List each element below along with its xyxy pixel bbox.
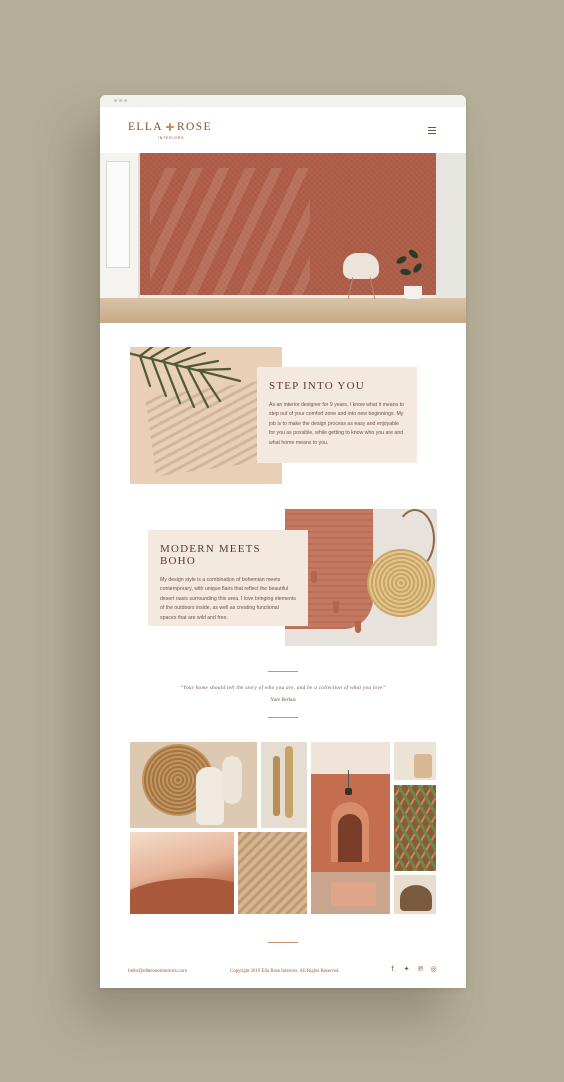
- window-dot: [124, 99, 127, 102]
- gallery-basket-vase-photo: [130, 742, 257, 828]
- modern-meets-boho-text: My design style is a combination of bohe…: [160, 577, 296, 621]
- gallery-tropical-print-photo: [394, 785, 436, 871]
- gallery-pillow-photo: [394, 742, 436, 780]
- cactus: [273, 756, 280, 816]
- cactus: [285, 746, 293, 818]
- pendant-lamp-icon: [345, 770, 354, 795]
- hero-side-wall: [436, 153, 466, 303]
- rattan-bag: [367, 549, 435, 617]
- gallery-terracotta-room-photo: [311, 742, 390, 914]
- decor-object: [400, 885, 432, 911]
- dune-ridge: [130, 878, 234, 914]
- divider: [268, 671, 298, 672]
- instagram-icon[interactable]: ◎: [429, 965, 438, 974]
- divider: [268, 717, 298, 718]
- step-into-you-heading: STEP INTO YOU: [269, 380, 365, 392]
- pillow: [414, 754, 432, 778]
- hero-image: [100, 153, 466, 323]
- step-into-you-text: As an interior designer for 9 years, I k…: [269, 402, 404, 446]
- hamburger-icon[interactable]: [428, 127, 436, 134]
- hero-window: [100, 153, 140, 303]
- tassel: [333, 601, 339, 613]
- logo-wordmark: ELLA ROSE: [128, 121, 212, 133]
- logo-tagline: INTERIORS: [158, 136, 185, 140]
- vase: [196, 767, 224, 825]
- quote-author: Nate Berkus: [270, 697, 296, 703]
- room-doorway: [338, 814, 362, 862]
- vase: [222, 756, 242, 804]
- browser-chrome: [100, 95, 466, 107]
- gallery-cactus-photo: [261, 742, 307, 828]
- quote-text: “Your home should tell the story of who …: [180, 685, 386, 691]
- logo-word-ella: ELLA: [128, 121, 163, 133]
- modern-meets-boho-card: MODERN MEETS BOHO My design style is a c…: [148, 530, 308, 626]
- palm-frond-icon: [130, 347, 242, 409]
- tassel: [311, 571, 317, 583]
- gallery-desert-dune-photo: [130, 832, 234, 914]
- window-dot: [114, 99, 117, 102]
- hero-wood-floor: [100, 298, 466, 323]
- divider: [268, 942, 298, 943]
- gallery-decor-photo: [394, 875, 436, 914]
- pinterest-icon[interactable]: ℗: [416, 965, 425, 974]
- facebook-icon[interactable]: f: [388, 965, 397, 974]
- site-header: ELLA ROSE INTERIORS: [100, 107, 466, 153]
- room-rug: [331, 882, 376, 906]
- website-mockup-frame: ELLA ROSE INTERIORS STEP INTO YOU As an …: [100, 95, 466, 988]
- chair-icon: [343, 253, 379, 279]
- modern-meets-boho-heading: MODERN MEETS BOHO: [160, 543, 261, 567]
- brand-logo[interactable]: ELLA ROSE INTERIORS: [128, 121, 212, 140]
- footer-copyright: Copyright 2019 Ella Rose Interiors. All …: [230, 969, 340, 974]
- logo-word-rose: ROSE: [176, 121, 212, 133]
- tassel: [355, 621, 361, 633]
- window-dot: [119, 99, 122, 102]
- flower-icon: [165, 123, 174, 131]
- twitter-icon[interactable]: ✦: [402, 965, 411, 974]
- hero-light-rays: [150, 168, 310, 298]
- footer-email-link[interactable]: hello@ellaroseinteriors.com: [128, 969, 187, 974]
- step-into-you-card: STEP INTO YOU As an interior designer fo…: [257, 367, 417, 463]
- gallery-palm-shadow-photo: [238, 832, 307, 914]
- plant-pot: [404, 286, 422, 299]
